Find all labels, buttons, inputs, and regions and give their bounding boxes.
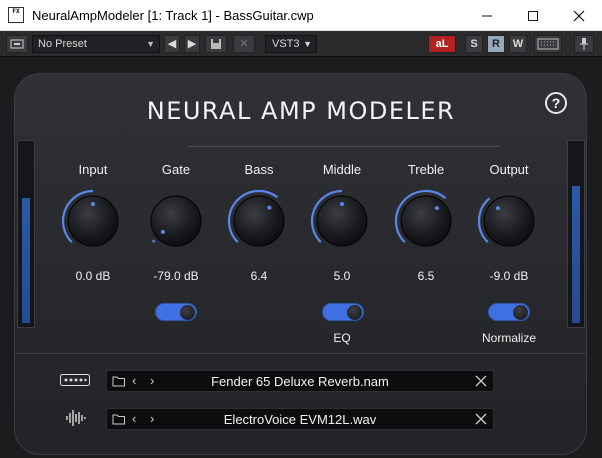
ir-file-bar: ‹ › ElectroVoice EVM12L.wav [106, 408, 494, 430]
knob-body [233, 195, 285, 247]
knob-label-gate: Gate [161, 162, 191, 177]
maximize-button[interactable] [510, 0, 556, 31]
input-meter [17, 140, 35, 328]
x-icon: ✕ [239, 38, 249, 50]
knob-body [400, 195, 452, 247]
delete-preset-button[interactable]: ✕ [233, 35, 255, 53]
knob-value-arc [152, 239, 156, 243]
minimize-icon [482, 15, 492, 16]
bass-knob[interactable] [226, 188, 292, 254]
input-knob[interactable] [60, 188, 126, 254]
chevron-down-icon: ▼ [303, 39, 312, 49]
plugin-format-value: VST3 [272, 38, 300, 50]
host-toolbar: No Preset ▼ ◀ ▶ ✕ VST3 ▼ aL S R W [0, 31, 602, 57]
next-preset-button[interactable]: ▶ [184, 35, 200, 53]
model-file-bar: ‹ › Fender 65 Deluxe Reverb.nam [106, 370, 494, 392]
toggle-thumb [347, 305, 362, 320]
minimize-button[interactable] [464, 0, 510, 31]
knob-label-output: Output [489, 162, 529, 177]
knob-pointer [340, 202, 344, 206]
automation-latch-button[interactable]: aL [428, 35, 456, 53]
output-meter [567, 140, 585, 328]
triangle-right-icon: ▶ [187, 38, 197, 50]
rack-icon [10, 39, 24, 49]
plugin-brand-title: NEURAL AMP MODELER [146, 97, 456, 125]
eq-label: EQ [333, 331, 351, 345]
window-title: NeuralAmpModeler [1: Track 1] - BassGuit… [32, 8, 314, 23]
knob-value-bass: 6.4 [250, 269, 268, 283]
preset-value: No Preset [38, 38, 87, 50]
plugin-panel [14, 73, 587, 455]
read-automation-button[interactable]: R [487, 35, 505, 53]
help-button[interactable]: ? [545, 92, 567, 114]
chevron-down-icon: ▼ [146, 39, 155, 49]
knob-label-bass: Bass [244, 162, 274, 177]
sidechain-button[interactable]: S [465, 35, 483, 53]
save-icon [211, 39, 221, 49]
window-titlebar: FX NeuralAmpModeler [1: Track 1] - BassG… [0, 0, 602, 31]
middle-knob[interactable] [309, 188, 375, 254]
knob-pointer [435, 206, 440, 211]
gate-knob[interactable] [143, 188, 209, 254]
title-divider [188, 146, 499, 147]
knob-value-input: 0.0 dB [75, 269, 111, 283]
save-preset-button[interactable] [205, 35, 227, 53]
normalize-label: Normalize [481, 331, 536, 345]
eq-toggle[interactable] [322, 303, 364, 321]
keyboard-icon [537, 38, 559, 50]
knob-body [150, 195, 202, 247]
normalize-toggle[interactable] [488, 303, 530, 321]
treble-knob[interactable] [393, 188, 459, 254]
ir-file-name[interactable]: ElectroVoice EVM12L.wav [107, 412, 493, 427]
triangle-left-icon: ◀ [167, 38, 177, 50]
model-file-name[interactable]: Fender 65 Deluxe Reverb.nam [107, 374, 493, 389]
knob-value-middle: 5.0 [333, 269, 351, 283]
knob-pointer [91, 202, 95, 206]
amp-model-icon [60, 374, 90, 386]
toggle-thumb [513, 305, 528, 320]
output-meter-fill [572, 186, 580, 323]
app-icon: FX [8, 7, 24, 23]
knob-label-treble: Treble [407, 162, 445, 177]
toggle-thumb [180, 305, 195, 320]
clear-model-icon[interactable] [475, 375, 487, 387]
pin-icon [580, 38, 588, 50]
knob-pointer [160, 229, 165, 234]
knob-value-gate: -79.0 dB [153, 269, 199, 283]
gate-toggle[interactable] [155, 303, 197, 321]
preset-select[interactable]: No Preset ▼ [32, 35, 160, 53]
write-automation-button[interactable]: W [509, 35, 527, 53]
plugin-format-select[interactable]: VST3 ▼ [265, 35, 317, 53]
knob-value-output: -9.0 dB [489, 269, 529, 283]
close-icon [573, 10, 585, 21]
prev-preset-button[interactable]: ◀ [164, 35, 180, 53]
close-window-button[interactable] [556, 0, 602, 31]
file-section-divider [15, 353, 587, 354]
output-knob[interactable] [476, 188, 542, 254]
fx-rack-button[interactable] [6, 35, 28, 53]
waveform-icon [66, 410, 86, 426]
knob-label-input: Input [78, 162, 108, 177]
clear-ir-icon[interactable] [475, 413, 487, 425]
knob-label-middle: Middle [322, 162, 362, 177]
maximize-icon [528, 10, 538, 21]
keyboard-button[interactable] [534, 35, 562, 53]
pin-button[interactable] [574, 35, 594, 53]
knob-pointer [495, 206, 500, 211]
knob-pointer [267, 205, 272, 210]
knob-body [483, 195, 535, 247]
input-meter-fill [22, 198, 30, 323]
knob-value-treble: 6.5 [417, 269, 435, 283]
